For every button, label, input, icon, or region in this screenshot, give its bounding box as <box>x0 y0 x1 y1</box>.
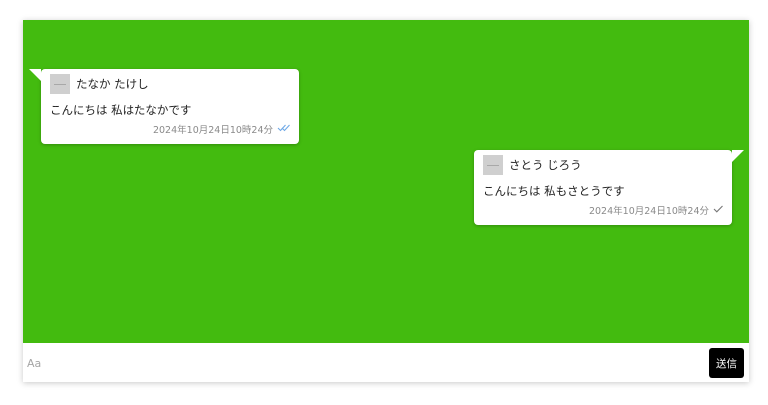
bubble-tail <box>732 150 744 162</box>
chat-area: たなか たけし こんにちは 私はたなかです 2024年10月24日10時24分 … <box>23 20 749 343</box>
message-meta: 2024年10月24日10時24分 <box>153 122 291 136</box>
message-input[interactable] <box>27 352 697 374</box>
message-timestamp: 2024年10月24日10時24分 <box>588 206 709 217</box>
avatar <box>50 74 70 94</box>
message-text: こんにちは 私はたなかです <box>50 103 192 117</box>
chat-window: たなか たけし こんにちは 私はたなかです 2024年10月24日10時24分 … <box>23 20 749 382</box>
message-text: こんにちは 私もさとうです <box>483 184 625 198</box>
message-bubble-left: たなか たけし こんにちは 私はたなかです 2024年10月24日10時24分 <box>29 69 299 144</box>
send-button[interactable]: 送信 <box>709 348 744 378</box>
sender-row: さとう じろう <box>483 155 582 175</box>
check-icon <box>713 205 724 216</box>
sender-name: たなか たけし <box>76 77 149 91</box>
sender-name: さとう じろう <box>509 158 582 172</box>
bubble-tail <box>29 69 41 81</box>
message-meta: 2024年10月24日10時24分 <box>589 203 724 217</box>
sender-row: たなか たけし <box>50 74 149 94</box>
avatar <box>483 155 503 175</box>
message-bubble-right: さとう じろう こんにちは 私もさとうです 2024年10月24日10時24分 <box>474 150 744 225</box>
input-bar: 送信 <box>23 343 749 382</box>
double-check-icon <box>277 124 291 135</box>
message-timestamp: 2024年10月24日10時24分 <box>152 125 273 136</box>
